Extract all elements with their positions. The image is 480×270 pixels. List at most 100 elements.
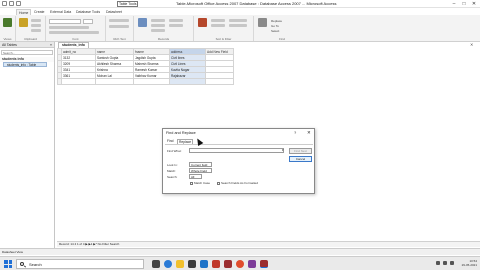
- refresh-icon[interactable]: [138, 18, 147, 27]
- save-icon[interactable]: [9, 1, 14, 6]
- advanced-button[interactable]: [229, 24, 247, 27]
- font-group: Font: [46, 16, 106, 41]
- copy-button[interactable]: [31, 24, 41, 27]
- ribbon-tabs: Home Create External Data Database Tools…: [0, 8, 480, 15]
- clock-date: 29-05-2021: [461, 263, 477, 267]
- file-explorer-icon[interactable]: [176, 260, 184, 268]
- font-size-combo[interactable]: [83, 19, 93, 24]
- task-view-icon[interactable]: [152, 260, 160, 268]
- paste-icon[interactable]: [19, 18, 28, 27]
- cell-address[interactable]: [169, 78, 206, 85]
- title-bar: Table Tools Table-Microsoft Office Acces…: [0, 0, 480, 8]
- office-icon[interactable]: [212, 260, 220, 268]
- taskbar-search-input[interactable]: Search: [16, 259, 144, 269]
- select-button[interactable]: Select: [271, 29, 279, 33]
- tab-divider: [165, 144, 313, 145]
- cancel-button[interactable]: Cancel: [289, 156, 312, 162]
- find-group: Replace Go To Select Find: [254, 16, 310, 41]
- cell-new-field[interactable]: [205, 78, 234, 85]
- minimize-button[interactable]: –: [449, 0, 459, 8]
- quick-access-toolbar[interactable]: [2, 1, 21, 6]
- view-icon[interactable]: [3, 18, 12, 27]
- list-buttons[interactable]: [109, 25, 129, 28]
- record-navigation-text: Record: 14 4 1 of 4 ▶ ▶1 ▶* No Filter Se…: [59, 242, 120, 246]
- nav-pane-header[interactable]: All Tables «: [0, 42, 54, 48]
- app-icon[interactable]: [248, 260, 256, 268]
- network-icon[interactable]: [436, 261, 440, 265]
- find-next-button[interactable]: Find Next: [289, 148, 312, 154]
- match-label: Match:: [167, 169, 177, 173]
- volume-icon[interactable]: [443, 261, 447, 265]
- chrome-icon[interactable]: [236, 260, 244, 268]
- font-format-buttons[interactable]: [49, 26, 89, 29]
- close-document-icon[interactable]: ✕: [470, 42, 473, 47]
- find-icon[interactable]: [258, 18, 267, 27]
- sort-ascending-button[interactable]: [211, 19, 225, 22]
- goto-button[interactable]: Go To: [271, 24, 279, 28]
- spelling-button[interactable]: [169, 24, 183, 27]
- selection-button[interactable]: [229, 19, 247, 22]
- clock[interactable]: 10:54 29-05-2021: [462, 259, 477, 267]
- battery-icon[interactable]: [450, 261, 454, 265]
- windows-start-icon[interactable]: [4, 260, 12, 268]
- search-formatted-checkbox[interactable]: [217, 182, 220, 185]
- datasheet-grid: admit_no name fname address Add New Fiel…: [57, 48, 234, 85]
- new-record-button[interactable]: [151, 19, 165, 22]
- filter-icon[interactable]: [198, 18, 207, 27]
- font-name-combo[interactable]: [49, 19, 81, 24]
- nav-search-placeholder: Search...: [3, 51, 16, 55]
- dialog-title: Find and Replace: [166, 131, 196, 135]
- font-color-buttons[interactable]: [49, 31, 99, 34]
- access-icon[interactable]: [224, 260, 232, 268]
- status-text: Datasheet View: [2, 250, 23, 254]
- delete-record-button[interactable]: [151, 29, 165, 32]
- navigation-pane: All Tables « Search... students info stu…: [0, 42, 55, 248]
- cell-name[interactable]: [95, 78, 134, 85]
- status-bar: Datasheet View: [0, 248, 480, 255]
- clipboard-group: Clipboard: [16, 16, 46, 41]
- nav-search-input[interactable]: Search...: [1, 50, 53, 55]
- font-group-label: Font: [72, 37, 79, 41]
- record-navigation-bar[interactable]: Record: 14 4 1 of 4 ▶ ▶1 ▶* No Filter Se…: [57, 241, 480, 247]
- sort-descending-button[interactable]: [211, 24, 225, 27]
- find-what-dropdown-icon[interactable]: ▾: [282, 148, 284, 152]
- replace-button[interactable]: Replace: [271, 19, 282, 23]
- window-title: Table-Microsoft Office Access 2007 Datab…: [176, 1, 337, 6]
- look-in-select[interactable]: Current field: [189, 162, 212, 167]
- search-label: Search:: [167, 175, 178, 179]
- rich-text-group-label: Rich Text: [113, 37, 126, 41]
- maximize-button[interactable]: □: [459, 0, 469, 8]
- new-record-row[interactable]: [57, 78, 234, 85]
- cell-fname[interactable]: [133, 78, 170, 85]
- close-button[interactable]: ✕: [469, 0, 479, 8]
- dialog-close-icon[interactable]: ✕: [307, 130, 311, 136]
- taskbar-search-placeholder: Search: [29, 262, 42, 267]
- cut-button[interactable]: [31, 19, 41, 22]
- store-icon[interactable]: [188, 260, 196, 268]
- search-direction-select[interactable]: All: [189, 174, 202, 179]
- mail-icon[interactable]: [200, 260, 208, 268]
- format-painter-button[interactable]: [31, 29, 41, 32]
- find-what-label: Find What:: [167, 149, 182, 153]
- save-record-button[interactable]: [151, 24, 165, 27]
- find-group-label: Find: [279, 37, 285, 41]
- nav-pane-title: All Tables: [2, 43, 17, 47]
- system-tray-icons[interactable]: [436, 261, 454, 265]
- sort-filter-group-label: Sort & Filter: [215, 37, 232, 41]
- help-icon[interactable]: ?: [294, 130, 296, 135]
- totals-button[interactable]: [169, 19, 183, 22]
- office-button-icon[interactable]: [2, 1, 7, 6]
- rich-text-group: Rich Text: [106, 16, 134, 41]
- find-what-input[interactable]: [189, 148, 284, 153]
- match-case-checkbox[interactable]: [190, 182, 193, 185]
- match-select[interactable]: Whole Field: [189, 168, 212, 173]
- cell-admit-no[interactable]: [61, 78, 96, 85]
- edge-icon[interactable]: [164, 260, 172, 268]
- taskbar: Search 10:54 29-05-2021: [0, 256, 480, 270]
- undo-icon[interactable]: [16, 1, 21, 6]
- align-buttons[interactable]: [109, 19, 129, 22]
- access-active-icon[interactable]: [260, 260, 268, 268]
- look-in-label: Look In:: [167, 163, 178, 167]
- shutter-bar-icon[interactable]: «: [50, 42, 52, 48]
- nav-item-students-info-table[interactable]: students_info : Table: [3, 62, 47, 67]
